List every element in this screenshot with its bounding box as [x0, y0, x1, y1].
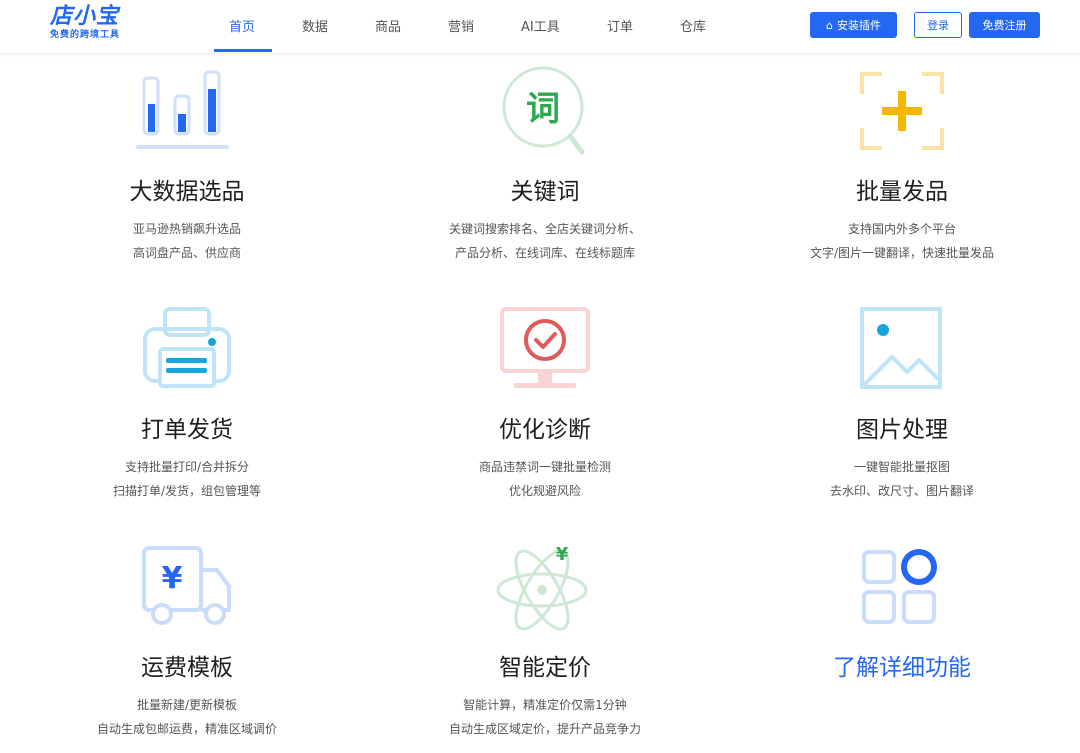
image-icon — [860, 307, 942, 389]
learn-more-link[interactable]: 了解详细功能 — [752, 654, 1052, 682]
feature-desc-line-2: 去水印、改尺寸、图片翻译 — [829, 484, 974, 498]
feature-desc-line-1: 支持批量打印/合并拆分 — [124, 460, 250, 474]
feature-shipping: 打单发货 支持批量打印/合并拆分 扫描打单/发货，组包管理等 — [37, 302, 337, 512]
feature-desc-line-1: 关键词搜索排名、全店关键词分析、 — [448, 222, 641, 236]
yen-glyph: ¥ — [162, 561, 183, 596]
feature-title: 批量发品 — [856, 179, 948, 205]
keyword-magnifier-icon: 词 — [502, 66, 585, 155]
install-plugin-button[interactable]: ⌂ 安装插件 — [810, 12, 897, 38]
feature-title: 打单发货 — [141, 417, 233, 443]
nav-ai-tools[interactable]: AI工具 — [521, 16, 560, 35]
feature-image-processing: 图片处理 一键智能批量抠图 去水印、改尺寸、图片翻译 — [752, 302, 1052, 512]
register-button[interactable]: 免费注册 — [969, 12, 1040, 38]
atom-price-icon: ¥ — [496, 544, 588, 631]
logo-tagline: 免费的跨境工具 — [50, 30, 121, 40]
login-button[interactable]: 登录 — [914, 12, 962, 38]
feature-desc-line-2: 文字/图片一键翻译，快速批量发品 — [809, 246, 995, 260]
feature-desc-line-1: 一键智能批量抠图 — [853, 460, 950, 474]
feature-smart-pricing: ¥ 智能定价 智能计算，精准定价仅需1分钟 自动生成区域定价，提升产品竞争力 — [395, 540, 695, 750]
grid-apps-icon — [862, 549, 937, 624]
feature-title: 图片处理 — [856, 417, 948, 443]
nav-home[interactable]: 首页 — [229, 16, 255, 35]
feature-batch-publish: 批量发品 支持国内外多个平台 文字/图片一键翻译，快速批量发品 — [752, 64, 1052, 274]
feature-desc-line-1: 智能计算，精准定价仅需1分钟 — [463, 698, 627, 712]
top-header: 店小宝 免费的跨境工具 首页 数据 商品 营销 AI工具 订单 仓库 ⌂ 安装插… — [0, 0, 1080, 53]
feature-desc-line-2: 优化规避风险 — [508, 484, 581, 498]
nav-active-indicator — [214, 49, 272, 52]
monitor-check-icon — [500, 307, 590, 388]
feature-optimize-diagnosis: 优化诊断 商品违禁词一键批量检测 优化规避风险 — [395, 302, 695, 512]
nav-products[interactable]: 商品 — [375, 16, 401, 35]
batch-add-icon — [860, 72, 944, 150]
feature-title: 优化诊断 — [499, 417, 591, 443]
feature-learn-more: 了解详细功能 — [752, 540, 1052, 750]
feature-desc-line-2: 高词盘产品、供应商 — [132, 246, 241, 260]
feature-title: 大数据选品 — [129, 179, 245, 205]
feature-big-data: 大数据选品 亚马逊热销飙升选品 高词盘产品、供应商 — [37, 64, 337, 274]
logo-name: 店小宝 — [50, 4, 120, 29]
delivery-truck-icon: ¥ — [142, 546, 231, 625]
bar-chart-icon — [136, 70, 229, 149]
feature-desc-line-1: 亚马逊热销飙升选品 — [132, 222, 241, 236]
nav-orders[interactable]: 订单 — [607, 16, 633, 35]
nav-marketing[interactable]: 营销 — [448, 16, 474, 35]
feature-desc-line-1: 批量新建/更新模板 — [136, 698, 238, 712]
feature-desc-line-2: 自动生成包邮运费，精准区域调价 — [96, 722, 277, 736]
keyword-glyph: 词 — [526, 89, 560, 129]
home-icon: ⌂ — [826, 18, 833, 32]
logo[interactable]: 店小宝 免费的跨境工具 — [50, 4, 140, 41]
feature-title: 智能定价 — [499, 655, 591, 681]
nav-data[interactable]: 数据 — [302, 16, 328, 35]
feature-desc-line-2: 自动生成区域定价，提升产品竞争力 — [448, 722, 641, 736]
feature-keywords: 词 关键词 关键词搜索排名、全店关键词分析、 产品分析、在线词库、在线标题库 — [395, 64, 695, 274]
install-plugin-label: 安装插件 — [836, 19, 881, 32]
feature-desc-line-2: 扫描打单/发货，组包管理等 — [112, 484, 262, 498]
nav-warehouse[interactable]: 仓库 — [680, 16, 706, 35]
feature-freight-template: ¥ 运费模板 批量新建/更新模板 自动生成包邮运费，精准区域调价 — [37, 540, 337, 750]
feature-desc-line-1: 支持国内外多个平台 — [847, 222, 956, 236]
feature-title: 运费模板 — [141, 655, 233, 681]
yen-glyph: ¥ — [556, 544, 569, 565]
printer-icon — [143, 307, 231, 388]
feature-desc-line-2: 产品分析、在线词库、在线标题库 — [454, 246, 635, 260]
feature-title: 关键词 — [510, 179, 580, 205]
feature-desc-line-1: 商品违禁词一键批量检测 — [478, 460, 611, 474]
